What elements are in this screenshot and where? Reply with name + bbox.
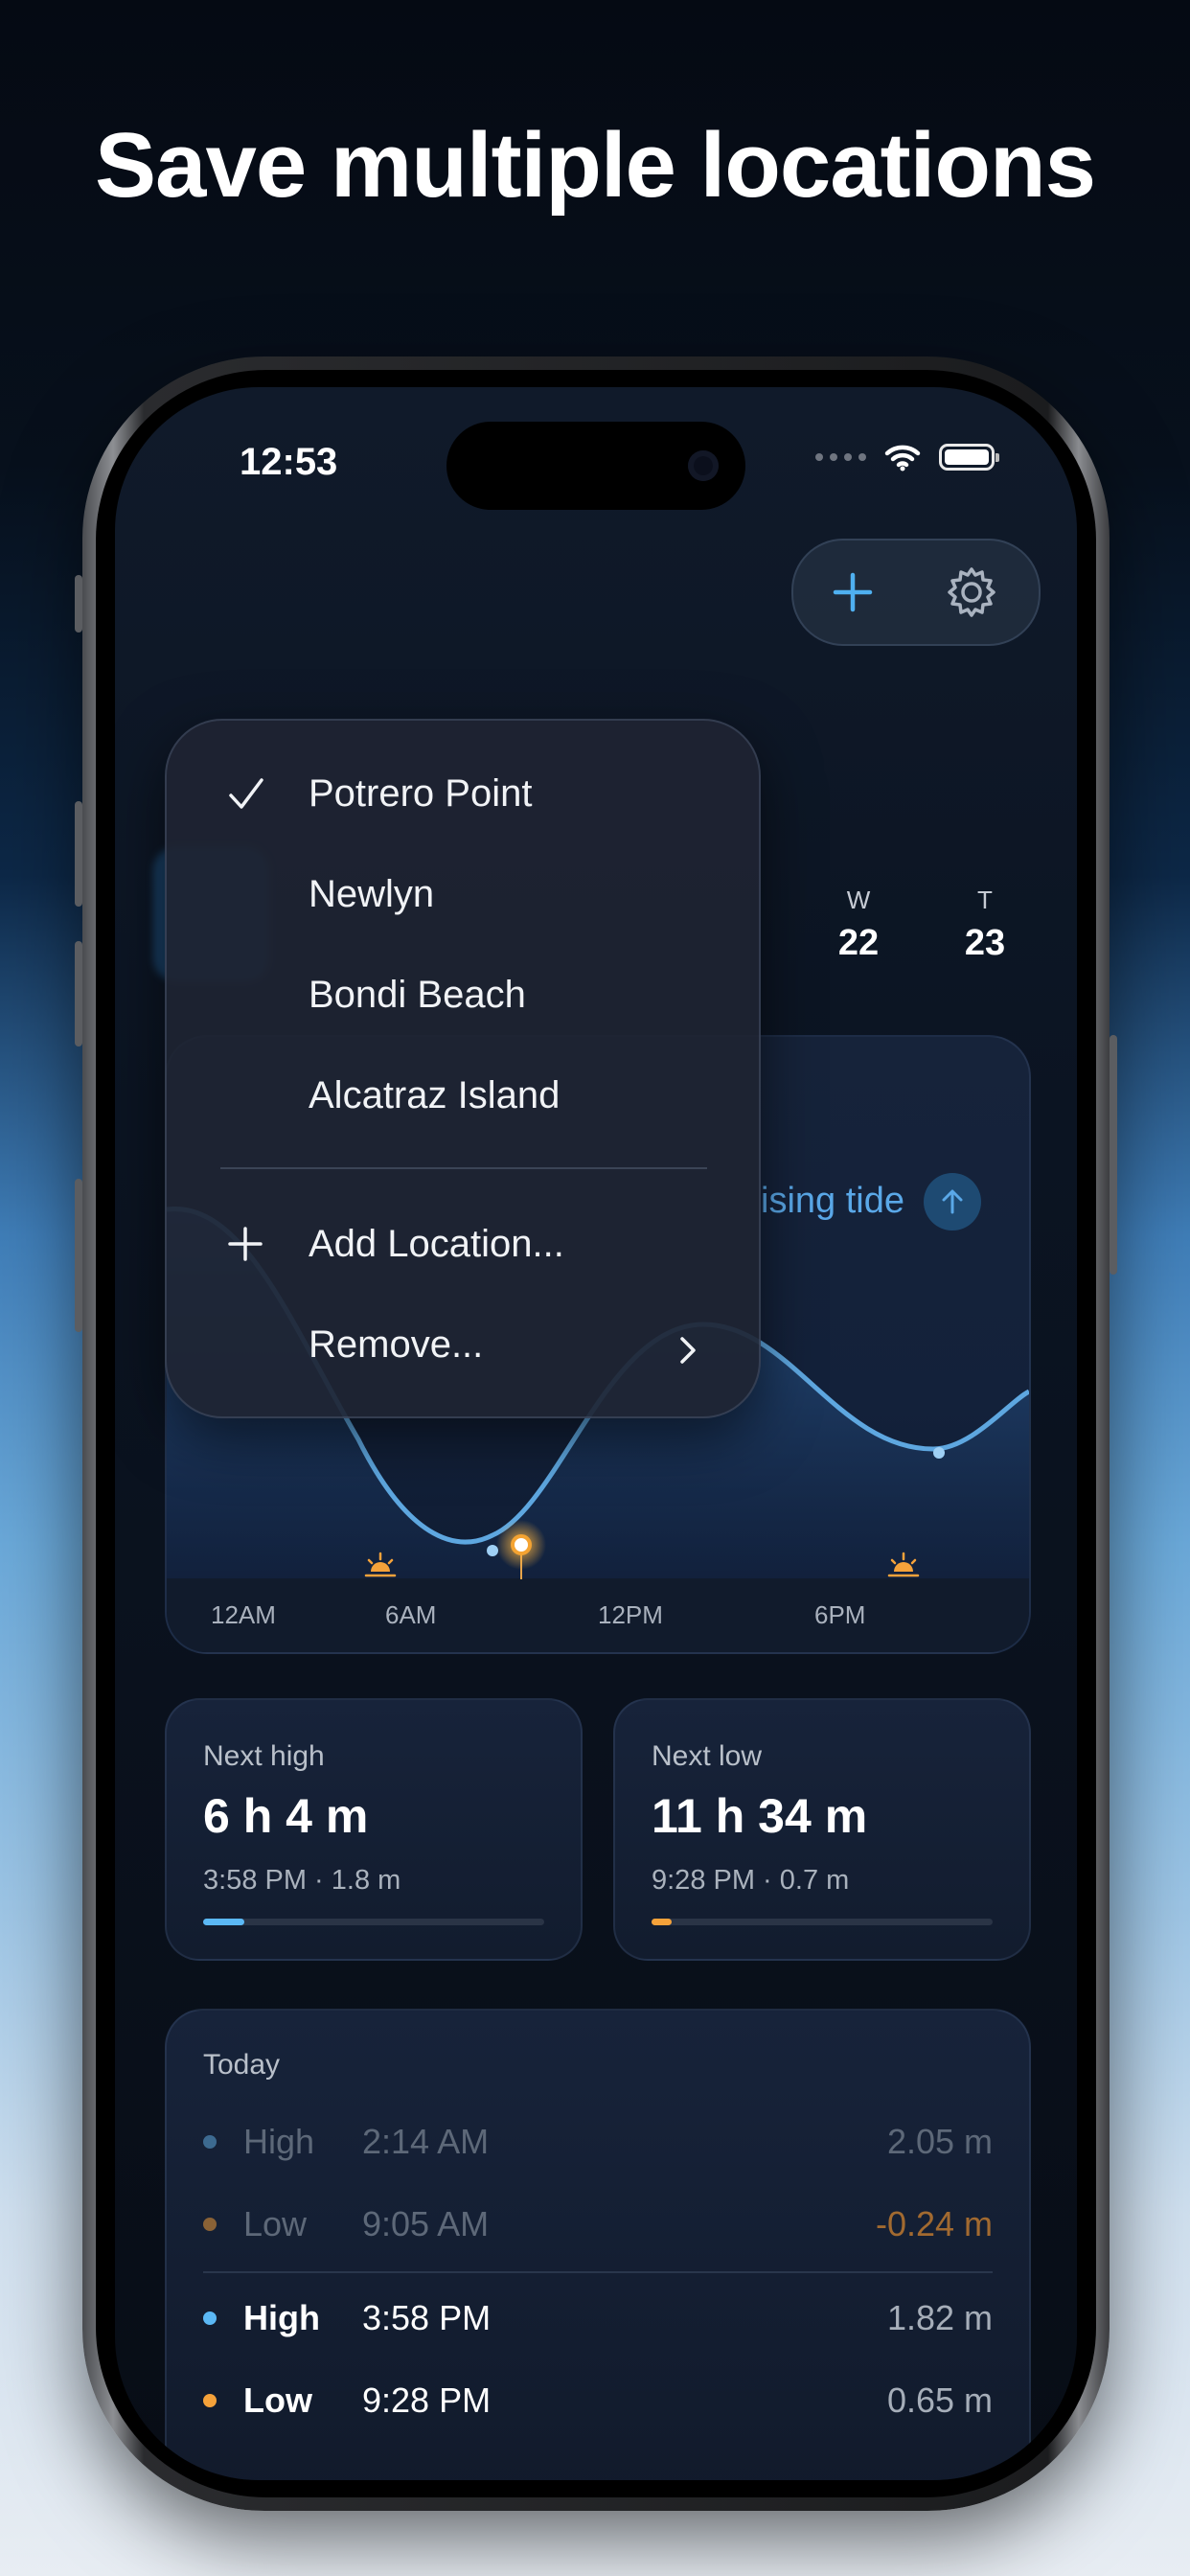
next-high-card[interactable]: Next high 6 h 4 m 3:58 PM · 1.8 m <box>165 1698 583 1961</box>
settings-button[interactable] <box>933 554 1010 631</box>
card-label: Next low <box>652 1740 763 1772</box>
tide-time: 9:28 PM <box>362 2380 492 2420</box>
tide-row: Low 9:28 PM 0.65 m <box>203 2371 993 2428</box>
tide-type: High <box>243 2298 320 2337</box>
signal-icon <box>815 453 866 461</box>
tide-row: Low 9:05 AM -0.24 m <box>203 2195 993 2252</box>
low-dot-icon <box>203 2218 217 2231</box>
divider <box>203 2271 993 2273</box>
plus-icon <box>833 572 873 612</box>
tide-row: High 3:58 PM 1.82 m <box>203 2288 993 2346</box>
day-tile[interactable]: W 22 <box>820 886 897 964</box>
menu-item-location[interactable]: Newlyn <box>309 873 434 916</box>
card-detail: 9:28 PM · 0.7 m <box>652 1865 850 1896</box>
x-tick-label: 12PM <box>598 1600 663 1629</box>
chevron-right-icon <box>680 1337 696 1364</box>
plus-icon <box>228 1227 263 1261</box>
status-time: 12:53 <box>240 441 338 483</box>
progress-bar <box>652 1919 993 1925</box>
power-button <box>1110 1035 1117 1275</box>
low-dot-icon <box>203 2394 217 2407</box>
tide-type: Low <box>243 2380 312 2420</box>
tide-type: Low <box>243 2204 308 2243</box>
menu-item-location[interactable]: Bondi Beach <box>309 974 526 1017</box>
next-low-card[interactable]: Next low 11 h 34 m 9:28 PM · 0.7 m <box>613 1698 1031 1961</box>
card-value: 11 h 34 m <box>652 1789 868 1843</box>
wifi-icon <box>884 445 921 472</box>
checkmark-icon <box>229 778 263 809</box>
card-detail: 3:58 PM · 1.8 m <box>203 1865 401 1896</box>
progress-bar <box>203 1919 544 1925</box>
action-button <box>75 575 82 632</box>
high-dot-icon <box>203 2135 217 2149</box>
volume-up-button <box>75 801 82 907</box>
today-tides-card: Today High 2:14 AM 2.05 m Low 9:05 AM -0… <box>165 2009 1031 2480</box>
progress-fill <box>203 1919 244 1925</box>
app-screen: 12:53 W 22 T 23 ising tide 12AM 6AM 12PM… <box>115 387 1077 2480</box>
day-tile[interactable]: T 23 <box>947 886 1023 964</box>
card-value: 6 h 4 m <box>203 1789 369 1843</box>
volume-down-button <box>75 941 82 1046</box>
menu-item-remove[interactable]: Remove... <box>309 1323 483 1367</box>
tide-height: -0.24 m <box>875 2204 993 2243</box>
tide-height: 2.05 m <box>886 2122 993 2161</box>
menu-item-location[interactable]: Alcatraz Island <box>309 1074 560 1117</box>
menu-item-location[interactable]: Potrero Point <box>309 772 532 816</box>
tide-row: High 2:14 AM 2.05 m <box>203 2112 993 2170</box>
sunset-icon <box>887 1552 920 1577</box>
tide-time: 3:58 PM <box>362 2298 492 2337</box>
location-menu: Potrero Point Newlyn Bondi Beach Alcatra… <box>165 719 761 1418</box>
tide-time: 9:05 AM <box>362 2204 490 2243</box>
dynamic-island <box>446 422 745 510</box>
battery-icon <box>939 444 999 471</box>
arrow-up-icon <box>942 1189 963 1214</box>
toolbar <box>791 539 1041 646</box>
gear-icon <box>948 567 995 617</box>
sunrise-icon <box>364 1552 397 1577</box>
tide-direction-indicator <box>924 1173 981 1230</box>
status-icons <box>815 443 999 472</box>
progress-fill <box>652 1919 673 1925</box>
menu-item-add-location[interactable]: Add Location... <box>309 1223 564 1266</box>
tide-type: High <box>243 2122 315 2161</box>
x-tick-label: 6PM <box>814 1600 866 1629</box>
tide-time: 2:14 AM <box>362 2122 490 2161</box>
x-tick-label: 6AM <box>385 1600 437 1629</box>
high-dot-icon <box>203 2312 217 2325</box>
today-title: Today <box>203 2049 281 2081</box>
headline: Save multiple locations <box>95 114 1096 217</box>
tide-height: 0.65 m <box>886 2380 993 2420</box>
card-label: Next high <box>203 1740 325 1772</box>
tide-height: 1.82 m <box>886 2298 993 2337</box>
side-button-left <box>75 1179 82 1332</box>
x-tick-label: 12AM <box>211 1600 276 1629</box>
tide-state-label: ising tide <box>761 1181 904 1221</box>
add-location-button[interactable] <box>814 554 891 631</box>
menu-divider <box>220 1167 707 1169</box>
